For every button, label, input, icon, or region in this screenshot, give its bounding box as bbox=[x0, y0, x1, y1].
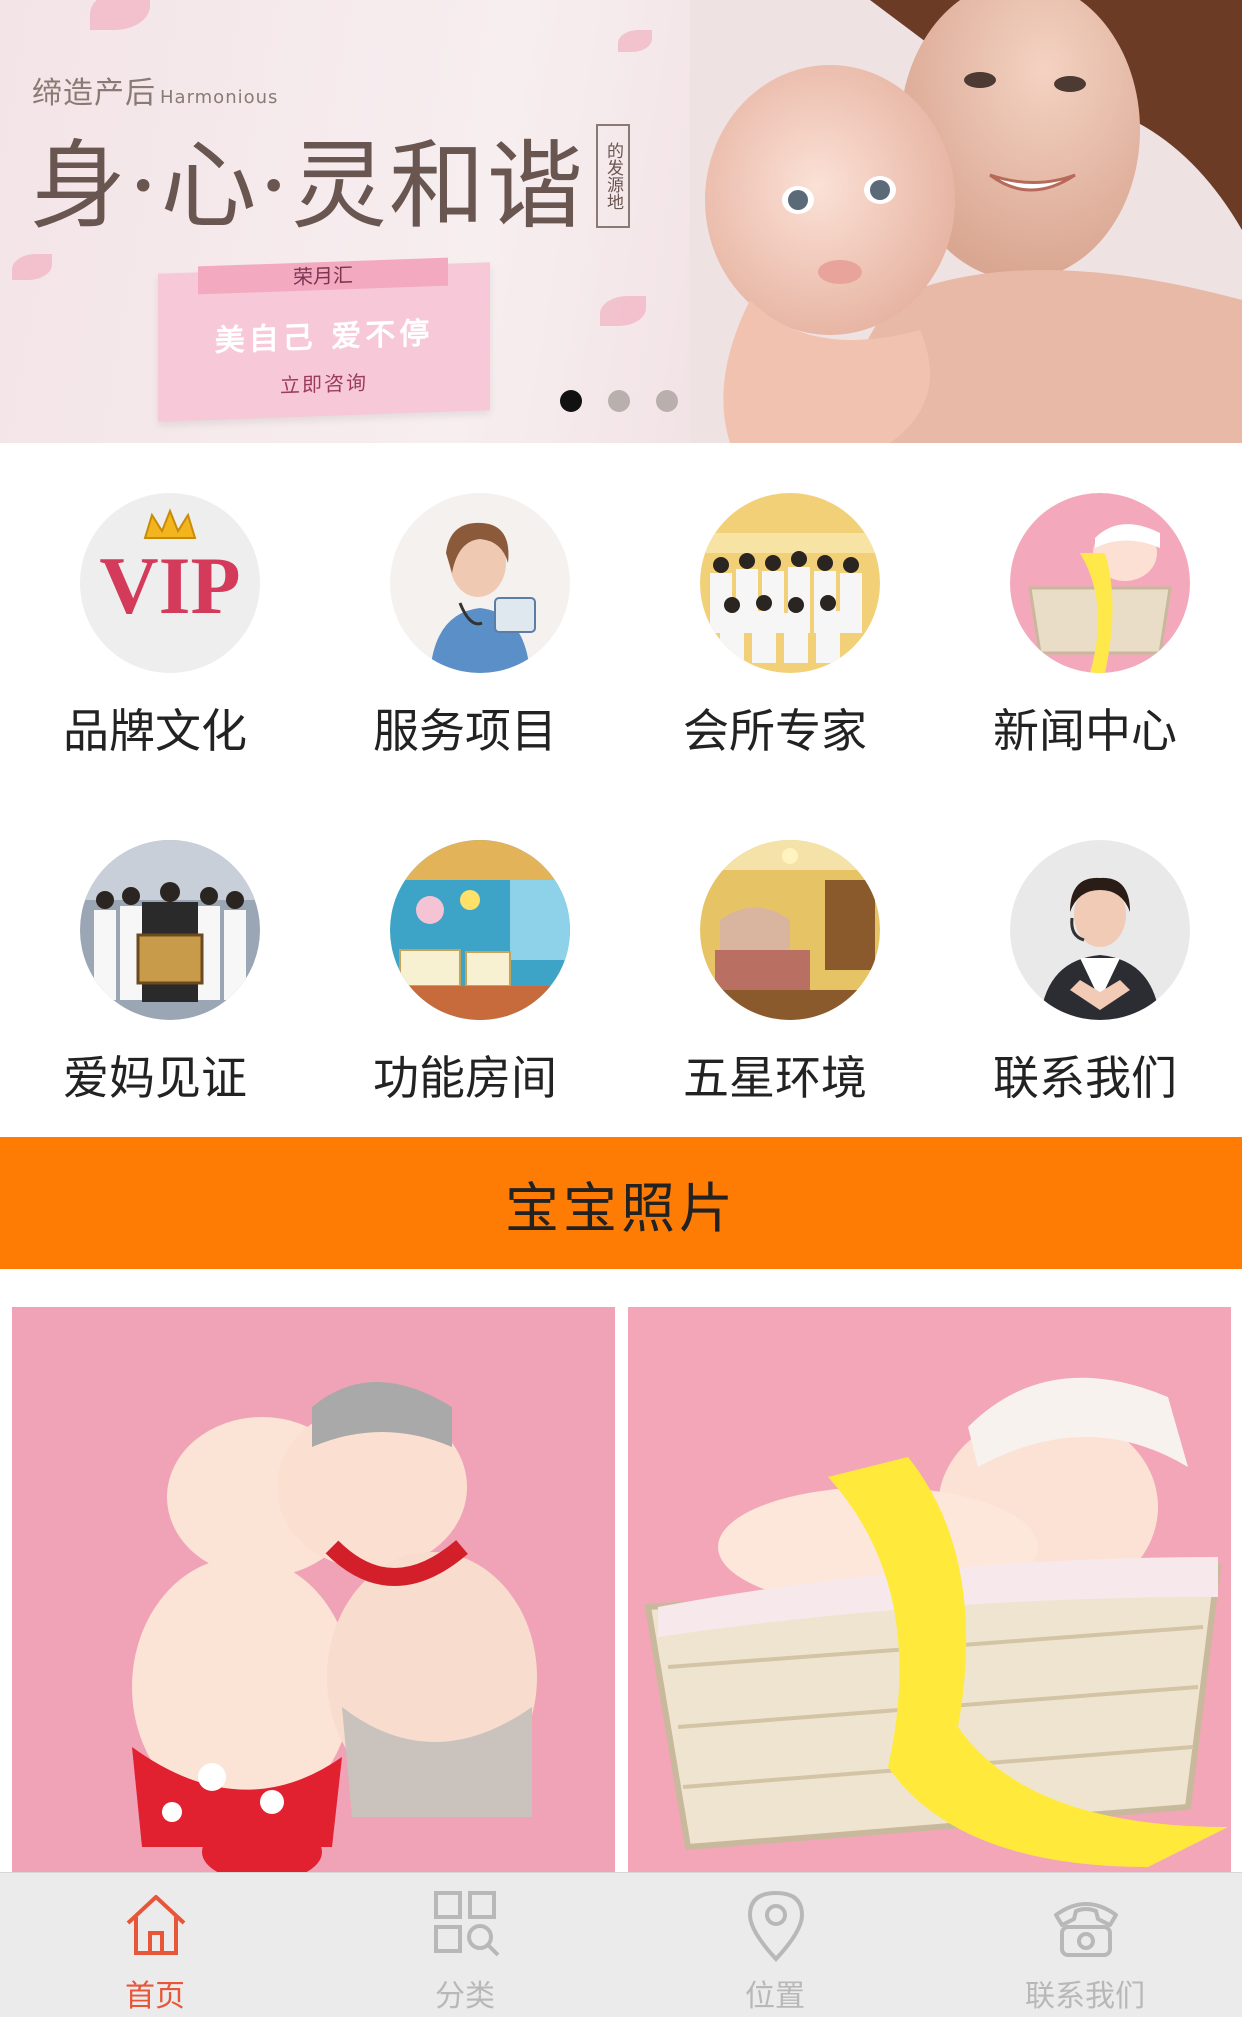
carousel-dot[interactable] bbox=[560, 390, 582, 412]
tab-label: 位置 bbox=[745, 1979, 805, 2014]
baby-photo-twins[interactable] bbox=[12, 1307, 615, 1877]
menu-label: 爱妈见证 bbox=[63, 1051, 247, 1105]
petal-decoration bbox=[12, 254, 52, 280]
tab-label: 联系我们 bbox=[1025, 1979, 1145, 2014]
nurse-photo bbox=[390, 493, 570, 673]
petal-decoration bbox=[600, 296, 646, 326]
category-menu: VIP 品牌文化 服务项目 会所专家 新闻中心 爱妈见证 功能房间 五星环境 联… bbox=[0, 443, 1242, 1137]
carousel-dot[interactable] bbox=[608, 390, 630, 412]
menu-item-experts[interactable]: 会所专家 bbox=[620, 443, 930, 758]
home-icon bbox=[126, 1895, 186, 1955]
tab-category[interactable]: 分类 bbox=[310, 1873, 620, 2017]
tab-home[interactable]: 首页 bbox=[0, 1873, 310, 2017]
baby-basket-photo bbox=[1010, 493, 1190, 673]
hero-banner[interactable]: 缔造产后 Harmonious 身·心·灵和谐 的发源地 荣月汇 美自己 爱不停 … bbox=[0, 0, 1242, 443]
menu-item-environment[interactable]: 五星环境 bbox=[620, 790, 930, 1105]
svg-text:VIP: VIP bbox=[99, 540, 240, 631]
baby-photo-basket[interactable] bbox=[628, 1307, 1231, 1877]
tab-label: 分类 bbox=[435, 1979, 495, 2014]
menu-label: 会所专家 bbox=[683, 704, 867, 758]
tab-location[interactable]: 位置 bbox=[620, 1873, 930, 2017]
section-title: 宝宝照片 bbox=[505, 1176, 737, 1240]
customer-service-photo bbox=[1010, 840, 1190, 1020]
menu-item-contact[interactable]: 联系我们 bbox=[930, 790, 1240, 1105]
bedroom-photo bbox=[700, 840, 880, 1020]
petal-decoration bbox=[90, 0, 150, 30]
banner-kicker: 缔造产后 Harmonious bbox=[32, 76, 279, 111]
menu-item-brand-culture[interactable]: VIP 品牌文化 bbox=[0, 443, 310, 758]
vip-crown-icon: VIP bbox=[80, 493, 260, 673]
menu-item-news[interactable]: 新闻中心 bbox=[930, 443, 1240, 758]
consult-card[interactable]: 荣月汇 美自己 爱不停 立即咨询 bbox=[158, 257, 490, 422]
menu-item-rooms[interactable]: 功能房间 bbox=[310, 790, 620, 1105]
menu-label: 五星环境 bbox=[683, 1051, 867, 1105]
telephone-icon bbox=[1054, 1902, 1118, 1957]
baby-room-photo bbox=[390, 840, 570, 1020]
tab-contact[interactable]: 联系我们 bbox=[930, 1873, 1240, 2017]
certificate-photo bbox=[80, 840, 260, 1020]
banner-vertical-text: 的发源地 bbox=[596, 124, 630, 228]
menu-label: 新闻中心 bbox=[993, 704, 1177, 758]
menu-label: 品牌文化 bbox=[63, 704, 247, 758]
carousel-indicators[interactable] bbox=[560, 390, 678, 412]
tab-label: 首页 bbox=[125, 1979, 185, 2014]
banner-title: 身·心·灵和谐 bbox=[30, 130, 586, 242]
carousel-dot[interactable] bbox=[656, 390, 678, 412]
mother-baby-photo bbox=[690, 0, 1242, 443]
category-icon bbox=[434, 1891, 500, 1957]
menu-item-testimonials[interactable]: 爱妈见证 bbox=[0, 790, 310, 1105]
menu-label: 服务项目 bbox=[373, 704, 557, 758]
petal-decoration bbox=[618, 30, 652, 52]
menu-label: 联系我们 bbox=[993, 1051, 1177, 1105]
menu-item-services[interactable]: 服务项目 bbox=[310, 443, 620, 758]
menu-label: 功能房间 bbox=[373, 1051, 557, 1105]
card-slogan: 美自己 爱不停 bbox=[214, 316, 434, 359]
location-pin-icon bbox=[747, 1890, 805, 1962]
consult-now-link[interactable]: 立即咨询 bbox=[158, 362, 490, 403]
brand-tag: 荣月汇 bbox=[198, 257, 448, 295]
section-header-baby-photos: 宝宝照片 bbox=[0, 1137, 1242, 1269]
bottom-tab-bar: 首页 分类 位置 联系我们 bbox=[0, 1872, 1242, 2017]
staff-group-photo bbox=[700, 493, 880, 673]
